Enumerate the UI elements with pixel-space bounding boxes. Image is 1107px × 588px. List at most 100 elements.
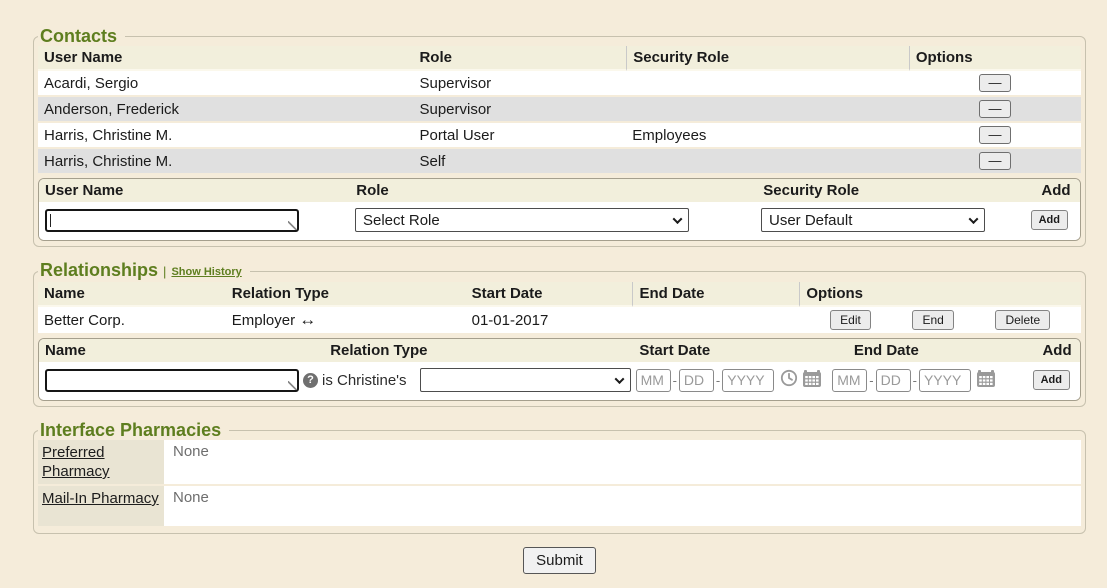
contact-user-name: Harris, Christine M. (38, 149, 413, 175)
pharmacy-row: Preferred Pharmacy None (38, 440, 1081, 486)
pharmacies-legend: Interface Pharmacies (38, 420, 229, 440)
col-options: Options (799, 282, 1081, 307)
col-role: Role (413, 46, 626, 71)
contact-role: Supervisor (413, 97, 626, 123)
contacts-header-row: User Name Role Security Role Options (38, 46, 1081, 71)
contact-role-selected-value: Select Role (363, 212, 440, 229)
contact-role: Portal User (413, 123, 626, 149)
add-relationship-header: Name Relation Type Start Date End Date A… (39, 339, 1080, 362)
preferred-pharmacy-label: Preferred Pharmacy (38, 440, 164, 484)
relationships-section: Relationships | Show History Name Relati… (33, 260, 1086, 407)
add-col-security-role: Security Role (757, 179, 1032, 202)
relationships-title: Relationships (40, 260, 158, 280)
contact-remove-button[interactable]: — (979, 74, 1011, 92)
calendar-icon[interactable] (802, 369, 822, 392)
pharmacy-row: Mail-In Pharmacy None (38, 486, 1081, 528)
relationship-delete-button[interactable]: Delete (995, 310, 1050, 330)
contact-user-name-input[interactable] (45, 209, 299, 232)
add-relationship-row: ? is Christine's - - - (39, 362, 1080, 400)
add-col-user-name: User Name (39, 179, 350, 202)
contact-security-role-selected-value: User Default (769, 212, 852, 229)
add-col-start-date: Start Date (633, 339, 847, 362)
contact-security-role (626, 71, 909, 97)
contacts-table: User Name Role Security Role Options Aca… (38, 46, 1081, 175)
contact-user-name: Acardi, Sergio (38, 71, 413, 97)
relationship-helper-text: is Christine's (322, 372, 407, 389)
relationship-edit-button[interactable]: Edit (830, 310, 871, 330)
start-month-input[interactable] (636, 369, 671, 392)
contact-security-role: Employees (626, 123, 909, 149)
page: Contacts User Name Role Security Role Op… (0, 0, 1107, 574)
contact-user-name: Harris, Christine M. (38, 123, 413, 149)
contacts-title: Contacts (40, 26, 117, 46)
add-col-name: Name (39, 339, 324, 362)
contact-security-role (626, 149, 909, 175)
col-user-name: User Name (38, 46, 413, 71)
relationships-legend: Relationships | Show History (38, 260, 250, 282)
end-year-input[interactable] (919, 369, 971, 392)
add-contact-row: Select Role User Default Add (39, 202, 1080, 240)
pharmacies-section: Interface Pharmacies Preferred Pharmacy … (33, 420, 1086, 534)
calendar-icon[interactable] (976, 369, 996, 392)
relationship-end-button[interactable]: End (912, 310, 953, 330)
contact-row: Harris, Christine M. Portal User Employe… (38, 123, 1081, 149)
relationship-start-date: 01-01-2017 (466, 307, 633, 335)
help-icon[interactable]: ? (303, 373, 318, 388)
relationships-table: Name Relation Type Start Date End Date O… (38, 282, 1081, 335)
add-relationship-button[interactable]: Add (1033, 370, 1070, 390)
contact-security-role-select[interactable]: User Default (761, 208, 985, 232)
contact-role: Self (413, 149, 626, 175)
mail-in-pharmacy-label: Mail-In Pharmacy (38, 486, 164, 526)
contact-remove-button[interactable]: — (979, 100, 1011, 118)
relation-type-label: Employer (232, 312, 295, 329)
bidirectional-arrow-icon: ↔ (299, 310, 316, 329)
date-separator: - (716, 373, 720, 388)
add-col-add: Add (1034, 339, 1080, 362)
col-start-date: Start Date (466, 282, 633, 307)
end-day-input[interactable] (876, 369, 911, 392)
chevron-down-icon (673, 214, 683, 224)
start-day-input[interactable] (679, 369, 714, 392)
contact-row: Anderson, Frederick Supervisor — (38, 97, 1081, 123)
submit-button[interactable]: Submit (523, 547, 596, 574)
preferred-pharmacy-link[interactable]: Preferred Pharmacy (42, 444, 110, 480)
relationship-name: Better Corp. (38, 307, 226, 335)
col-end-date: End Date (632, 282, 799, 307)
contact-row: Acardi, Sergio Supervisor — (38, 71, 1081, 97)
add-col-role: Role (350, 179, 757, 202)
add-col-end-date: End Date (848, 339, 1034, 362)
show-history-link[interactable]: Show History (171, 266, 241, 278)
add-contact-box: User Name Role Security Role Add Select … (38, 178, 1081, 241)
relationship-row: Better Corp. Employer ↔ 01-01-2017 Edit … (38, 307, 1081, 335)
date-separator: - (913, 373, 917, 388)
col-name: Name (38, 282, 226, 307)
relation-type-select[interactable] (420, 368, 631, 392)
contacts-section: Contacts User Name Role Security Role Op… (33, 26, 1086, 247)
add-contact-button[interactable]: Add (1031, 210, 1068, 230)
mail-in-pharmacy-link[interactable]: Mail-In Pharmacy (42, 490, 159, 507)
end-month-input[interactable] (832, 369, 867, 392)
clock-icon[interactable] (780, 369, 798, 391)
contacts-legend: Contacts (38, 26, 125, 46)
contact-user-name: Anderson, Frederick (38, 97, 413, 123)
contact-role: Supervisor (413, 71, 626, 97)
contact-role-select[interactable]: Select Role (355, 208, 689, 232)
add-contact-header: User Name Role Security Role Add (39, 179, 1080, 202)
col-relation-type: Relation Type (226, 282, 466, 307)
date-separator: - (673, 373, 677, 388)
col-security-role: Security Role (626, 46, 909, 71)
resize-grip-icon (288, 221, 297, 230)
preferred-pharmacy-value: None (164, 440, 1081, 484)
resize-grip-icon (288, 381, 297, 390)
col-options: Options (909, 46, 1081, 71)
text-caret (50, 214, 51, 227)
contact-remove-button[interactable]: — (979, 126, 1011, 144)
legend-separator: | (163, 264, 166, 279)
start-year-input[interactable] (722, 369, 774, 392)
relationship-type: Employer ↔ (226, 307, 466, 335)
relationship-end-date (632, 307, 799, 335)
add-col-relation-type: Relation Type (324, 339, 633, 362)
contact-remove-button[interactable]: — (979, 152, 1011, 170)
relationship-name-input[interactable] (45, 369, 299, 392)
add-col-add: Add (1032, 179, 1080, 202)
